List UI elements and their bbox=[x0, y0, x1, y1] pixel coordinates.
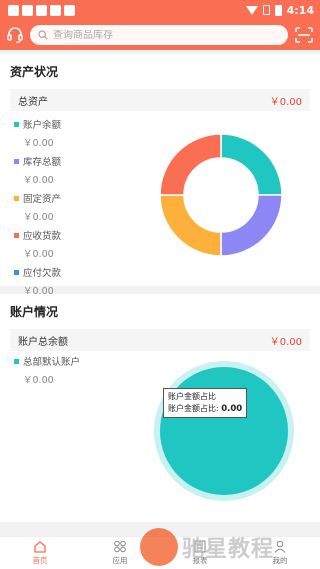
account-total-value: ￥0.00 bbox=[269, 336, 302, 348]
tooltip-value: 0.00 bbox=[221, 404, 243, 414]
chart-tooltip: 账户金额占比 账户金额占比: 0.00 bbox=[163, 388, 248, 418]
watermark-text: 驰星教程 bbox=[182, 537, 275, 562]
accounts-legend: 总部默认账户 ￥0.00 bbox=[14, 354, 80, 391]
tooltip-title: 账户金额占比 bbox=[168, 392, 216, 401]
legend-value: ￥0.00 bbox=[23, 138, 54, 149]
assets-title: 资产状况 bbox=[10, 65, 59, 79]
nav-apps[interactable]: 应用 bbox=[95, 540, 145, 566]
legend-item: 库存总额 ￥0.00 bbox=[14, 154, 61, 188]
accounts-pie-chart[interactable] bbox=[153, 360, 295, 502]
legend-dot bbox=[14, 158, 19, 164]
search-box[interactable] bbox=[30, 25, 288, 45]
notification-icon bbox=[36, 4, 47, 16]
apps-icon bbox=[114, 540, 126, 553]
notification-icon bbox=[22, 4, 33, 16]
nav-home[interactable]: 首页 bbox=[15, 540, 65, 566]
donut-slice[interactable] bbox=[220, 194, 282, 256]
headset-icon[interactable] bbox=[6, 26, 24, 44]
legend-label: 应收货款 bbox=[23, 231, 62, 242]
donut-slice[interactable] bbox=[220, 134, 282, 196]
legend-dot bbox=[14, 195, 19, 201]
notification-icons bbox=[8, 4, 75, 16]
scan-icon[interactable] bbox=[294, 26, 314, 44]
assets-donut-chart[interactable] bbox=[160, 134, 282, 256]
notification-icon bbox=[64, 4, 75, 16]
legend-dot bbox=[14, 358, 19, 364]
legend-item: 账户余额 ￥0.00 bbox=[14, 117, 61, 151]
status-bar: 4:14 bbox=[0, 0, 320, 20]
legend-label: 库存总额 bbox=[23, 157, 62, 168]
assets-legend: 账户余额 ￥0.00 库存总额 ￥0.00 固定资产 ￥0.00 应收货款 ￥0… bbox=[14, 117, 61, 302]
home-icon bbox=[34, 541, 46, 553]
legend-label: 总部默认账户 bbox=[23, 357, 81, 368]
total-assets-row: 总资产 ￥0.00 bbox=[10, 89, 310, 111]
total-assets-value: ￥0.00 bbox=[269, 96, 302, 108]
account-total-row: 账户总余额 ￥0.00 bbox=[10, 329, 310, 351]
notification-icon bbox=[50, 4, 61, 16]
status-time: 4:14 bbox=[286, 3, 314, 17]
legend-label: 固定资产 bbox=[23, 194, 62, 205]
legend-value: ￥0.00 bbox=[23, 212, 54, 223]
legend-label: 应付欠款 bbox=[23, 268, 62, 279]
legend-item: 应收货款 ￥0.00 bbox=[14, 228, 61, 262]
assets-card: 资产状况 总资产 ￥0.00 账户余额 ￥0.00 库存总额 ￥0.00 固定资… bbox=[0, 54, 320, 297]
donut-slice[interactable] bbox=[160, 134, 222, 196]
account-total-label: 账户总余额 bbox=[18, 336, 68, 348]
legend-value: ￥0.00 bbox=[23, 375, 54, 386]
legend-dot bbox=[14, 121, 19, 127]
legend-value: ￥0.00 bbox=[23, 175, 54, 186]
user-icon bbox=[274, 540, 286, 553]
notification-icon bbox=[8, 4, 19, 16]
pie-slice[interactable] bbox=[160, 367, 288, 495]
nav-label: 应用 bbox=[112, 556, 128, 565]
app-bar bbox=[0, 20, 320, 50]
legend-dot bbox=[14, 269, 19, 275]
watermark: 驰星教程 bbox=[140, 528, 274, 566]
legend-item: 固定资产 ￥0.00 bbox=[14, 191, 61, 225]
total-assets-label: 总资产 bbox=[18, 96, 48, 108]
legend-dot bbox=[14, 232, 19, 238]
nav-label: 我的 bbox=[272, 556, 288, 565]
legend-item: 总部默认账户 ￥0.00 bbox=[14, 354, 80, 388]
wifi-icon bbox=[245, 5, 258, 15]
donut-slice[interactable] bbox=[160, 194, 222, 256]
battery-icon bbox=[274, 4, 282, 16]
legend-value: ￥0.00 bbox=[23, 249, 54, 260]
accounts-title: 账户情况 bbox=[10, 305, 59, 319]
accounts-card: 账户情况 账户总余额 ￥0.00 总部默认账户 ￥0.00 账户金额占比 账户金… bbox=[0, 294, 320, 522]
tooltip-label: 账户金额占比: bbox=[168, 404, 219, 413]
search-input[interactable] bbox=[53, 29, 280, 41]
nav-label: 首页 bbox=[32, 556, 48, 565]
sim-icon bbox=[262, 5, 270, 15]
search-icon bbox=[38, 30, 48, 40]
legend-label: 账户余额 bbox=[23, 120, 62, 131]
watermark-logo bbox=[140, 528, 178, 566]
